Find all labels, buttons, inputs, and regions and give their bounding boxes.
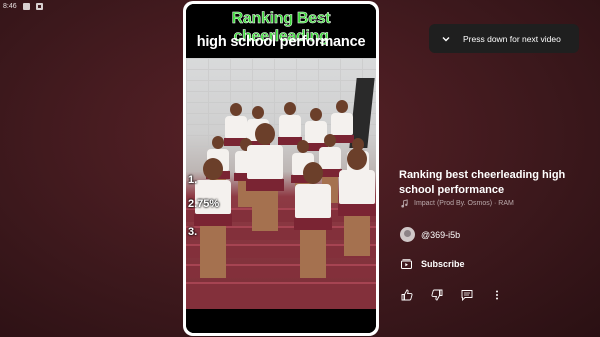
subscribe-button[interactable]: Subscribe — [401, 259, 465, 269]
music-info[interactable]: Impact (Prod By. Osmos) · RAM — [400, 199, 514, 208]
notification-icon — [22, 2, 30, 10]
clock: 8:46 — [3, 2, 17, 10]
rank-label-1: 1. — [188, 174, 198, 186]
rank-label-3: 3. — [188, 226, 198, 238]
action-bar — [401, 289, 503, 301]
overlay-title-line2: high school performance — [196, 34, 366, 50]
overlay-title: Ranking Best cheerleading high school pe… — [186, 4, 376, 58]
subscriptions-icon — [401, 259, 412, 269]
subscribe-label: Subscribe — [421, 259, 465, 269]
next-video-toast[interactable]: Press down for next video — [429, 24, 579, 53]
avatar[interactable] — [400, 227, 415, 242]
video-title: Ranking best cheerleading high school pe… — [399, 169, 566, 196]
channel-name[interactable]: @369-i5b — [421, 230, 460, 240]
toast-label: Press down for next video — [463, 33, 561, 44]
video-player[interactable]: 1. 2.75% 3. Ranking Best cheerleading hi… — [183, 1, 379, 336]
music-note-icon — [401, 199, 408, 208]
status-bar: 8:46 — [0, 0, 43, 12]
video-frame[interactable]: 1. 2.75% 3. Ranking Best cheerleading hi… — [186, 4, 376, 333]
video-scene: 1. 2.75% 3. — [186, 58, 376, 310]
more-vert-icon[interactable] — [491, 289, 503, 301]
app-notification-icon — [35, 2, 43, 10]
rank-label-2: 2.75% — [188, 198, 220, 210]
thumbs-up-icon[interactable] — [401, 289, 413, 301]
channel-row[interactable]: @369-i5b — [400, 227, 460, 242]
chevron-down-icon — [442, 36, 450, 41]
video-bottom-band — [186, 309, 376, 333]
thumbs-down-icon[interactable] — [431, 289, 443, 301]
music-label: Impact (Prod By. Osmos) · RAM — [414, 200, 514, 207]
comment-icon[interactable] — [461, 289, 473, 301]
